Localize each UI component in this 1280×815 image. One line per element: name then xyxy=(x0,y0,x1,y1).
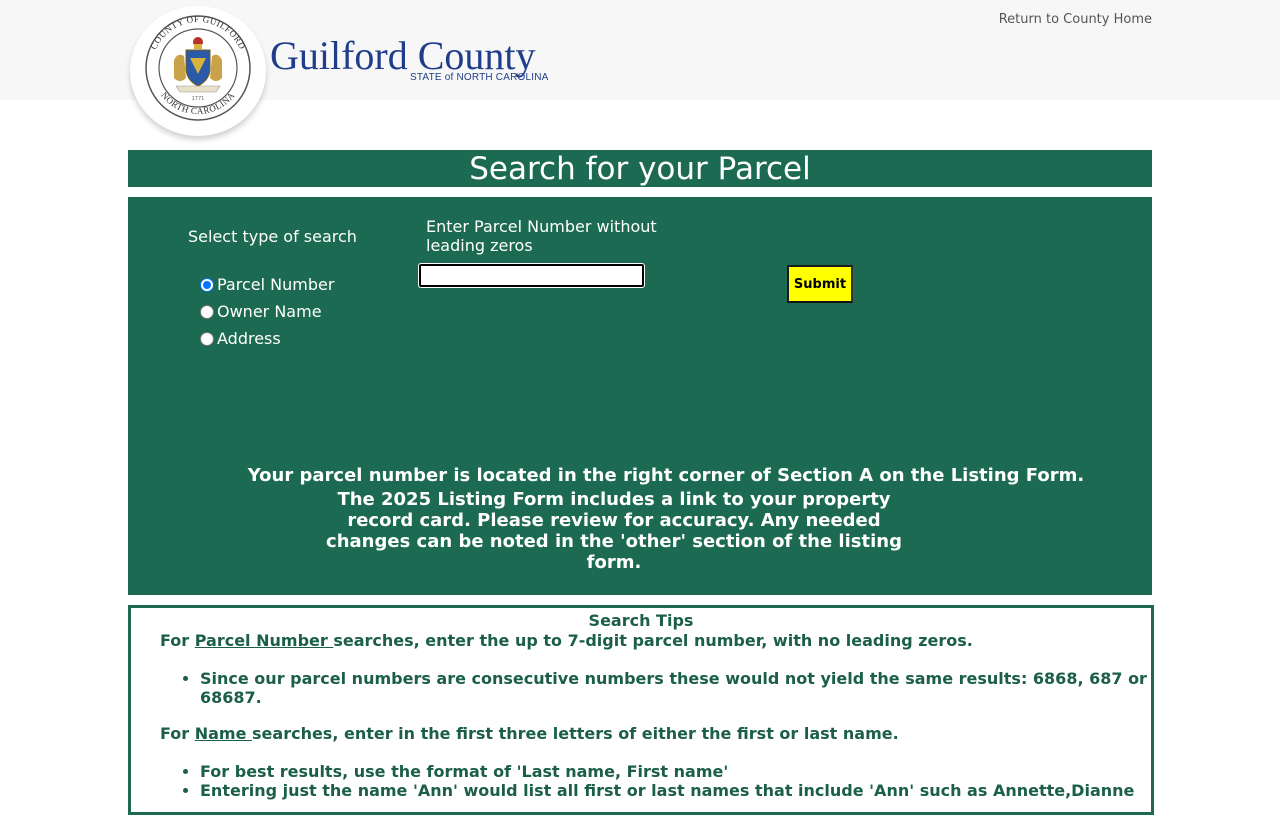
option-label: Parcel Number xyxy=(217,275,335,294)
list-item: Entering just the name 'Ann' would list … xyxy=(200,781,1152,800)
name-tip: For Name searches, enter in the first th… xyxy=(160,724,899,743)
parcel-tip: For Parcel Number searches, enter the up… xyxy=(160,631,973,650)
option-address[interactable]: Address xyxy=(200,325,334,352)
option-label: Owner Name xyxy=(217,302,322,321)
tip-prefix: For xyxy=(160,631,195,650)
name-tip-link[interactable]: Name xyxy=(195,724,252,743)
list-item: For best results, use the format of 'Las… xyxy=(200,762,1152,781)
search-type-label: Select type of search xyxy=(188,227,357,246)
radio-owner-name[interactable] xyxy=(200,304,214,319)
radio-address[interactable] xyxy=(200,331,214,346)
brand-subtitle: STATE of NORTH CAROLINA xyxy=(410,72,549,83)
option-parcel-number[interactable]: Parcel Number xyxy=(200,271,334,298)
submit-button[interactable]: Submit xyxy=(787,265,853,303)
parcel-input-label: Enter Parcel Number without leading zero… xyxy=(426,217,657,255)
tip-prefix: For xyxy=(160,724,195,743)
listing-form-note: The 2025 Listing Form includes a link to… xyxy=(326,489,902,573)
parcel-location-note: Your parcel number is located in the rig… xyxy=(247,465,1085,486)
parcel-number-tip-link[interactable]: Parcel Number xyxy=(195,631,334,650)
radio-parcel-number[interactable] xyxy=(200,277,214,292)
search-tips-title: Search Tips xyxy=(588,611,694,630)
return-home-link[interactable]: Return to County Home xyxy=(999,12,1152,27)
page-title: Search for your Parcel xyxy=(128,150,1152,187)
option-label: Address xyxy=(217,329,281,348)
search-panel: Select type of search Parcel Number Owne… xyxy=(128,197,1152,595)
tip-text: searches, enter the up to 7-digit parcel… xyxy=(333,631,973,650)
list-item: Since our parcel numbers are consecutive… xyxy=(200,669,1152,707)
brand-wordmark[interactable]: Guilford County STATE of NORTH CAROLINA xyxy=(270,34,570,88)
seal-year: 1771 xyxy=(192,96,205,102)
parcel-tip-list: Since our parcel numbers are consecutive… xyxy=(160,669,1152,707)
option-owner-name[interactable]: Owner Name xyxy=(200,298,334,325)
search-type-options: Parcel Number Owner Name Address xyxy=(200,271,334,352)
seal-icon: COUNTY OF GUILFORD NORTH CAROLINA 1771 xyxy=(145,14,251,121)
search-tips-box: Search Tips For Parcel Number searches, … xyxy=(128,605,1154,815)
tip-text: searches, enter in the first three lette… xyxy=(252,724,899,743)
county-seal-logo[interactable]: COUNTY OF GUILFORD NORTH CAROLINA 1771 xyxy=(130,6,266,136)
parcel-number-input[interactable] xyxy=(418,263,645,288)
name-tip-list: For best results, use the format of 'Las… xyxy=(160,762,1152,800)
